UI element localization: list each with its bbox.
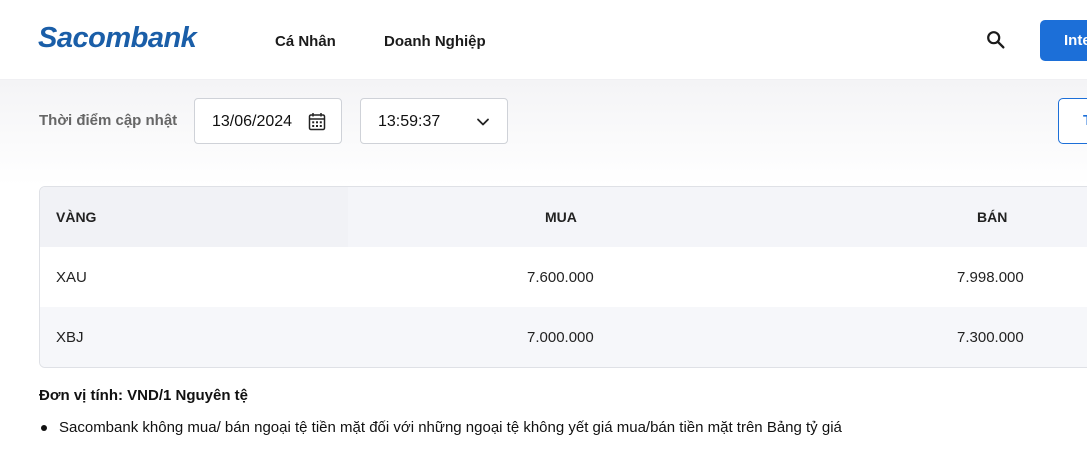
lookup-button[interactable]: T [1058, 98, 1087, 144]
nav-doanh-nghiep[interactable]: Doanh Nghiệp [384, 33, 486, 50]
sacombank-logo[interactable]: Sacombank [38, 22, 197, 55]
column-header-sell: BÁN [977, 209, 1008, 225]
date-picker[interactable]: 13/06/2024 [194, 98, 342, 144]
cell-name: XAU [56, 269, 87, 286]
search-icon[interactable] [985, 29, 1007, 51]
note-bullet: Sacombank không mua/ bán ngoại tệ tiền m… [59, 419, 842, 436]
table-header: VÀNG MUA BÁN [40, 187, 1087, 247]
cell-name: XBJ [56, 329, 84, 346]
site-header: Sacombank Cá Nhân Doanh Nghiệp Inte [0, 0, 1087, 80]
internet-banking-button[interactable]: Inte [1040, 20, 1087, 61]
cell-buy: 7.600.000 [527, 269, 594, 286]
time-select[interactable]: 13:59:37 [360, 98, 508, 144]
chevron-down-icon [477, 118, 489, 126]
table-row: XAU 7.600.000 7.998.000 [40, 247, 1087, 307]
unit-note: Đơn vị tính: VND/1 Nguyên tệ [39, 387, 249, 404]
date-value: 13/06/2024 [212, 113, 293, 130]
cell-sell: 7.998.000 [957, 269, 1024, 286]
gold-rate-table: VÀNG MUA BÁN XAU 7.600.000 7.998.000 XBJ… [39, 186, 1087, 368]
nav-ca-nhan[interactable]: Cá Nhân [275, 33, 336, 50]
calendar-icon [308, 113, 326, 131]
column-header-buy: MUA [545, 209, 577, 225]
column-header-gold: VÀNG [56, 209, 97, 225]
update-time-label: Thời điểm cập nhật [39, 112, 178, 129]
bullet-dot [41, 425, 47, 431]
cell-sell: 7.300.000 [957, 329, 1024, 346]
cell-buy: 7.000.000 [527, 329, 594, 346]
time-value: 13:59:37 [378, 113, 441, 130]
filter-background [0, 80, 1087, 186]
table-row: XBJ 7.000.000 7.300.000 [40, 307, 1087, 367]
